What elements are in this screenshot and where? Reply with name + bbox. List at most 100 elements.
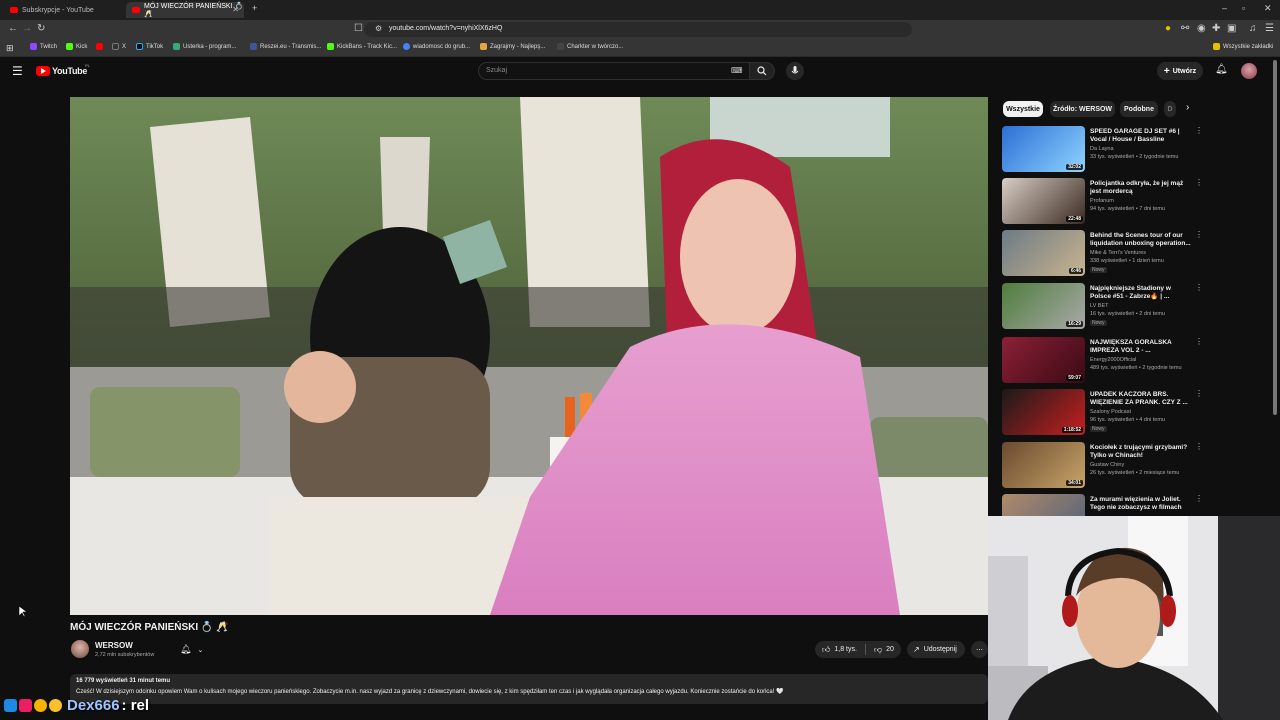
extension-icon[interactable]: ● bbox=[1165, 23, 1171, 34]
more-vertical-icon[interactable]: ⋮ bbox=[1195, 494, 1203, 503]
recommended-video[interactable]: 34:01 Kociołek z trującymi grzybami? Tylk… bbox=[1002, 442, 1203, 490]
like-button[interactable]: 👍︎ 1,8 tys. bbox=[815, 645, 857, 655]
recommended-video-title[interactable]: Najpiękniejsze Stadiony w Polsce #51 - Z… bbox=[1090, 285, 1192, 301]
extension-icon[interactable]: ⚯ bbox=[1181, 23, 1189, 34]
chip-similar[interactable]: Podobne bbox=[1120, 101, 1158, 117]
video-thumbnail[interactable]: 34:01 bbox=[1002, 442, 1085, 488]
description-box[interactable]: 16 779 wyświetleń 31 minut temu Cześć! W… bbox=[70, 674, 988, 704]
bookmark-charakter[interactable]: Charkter w twórczo... bbox=[557, 43, 623, 50]
back-icon[interactable]: ← bbox=[8, 23, 18, 34]
bookmark-tiktok[interactable]: TikTok bbox=[136, 43, 163, 50]
keyboard-icon[interactable]: ⌨ bbox=[731, 66, 743, 75]
recommended-video[interactable]: 32:02 SPEED GARAGE DJ SET #6 | Vocal / Ho… bbox=[1002, 126, 1203, 174]
bookmark-page-icon[interactable]: ☐ bbox=[354, 23, 363, 34]
video-thumbnail[interactable]: 22:48 bbox=[1002, 178, 1085, 224]
recommended-channel[interactable]: Energy2000Official bbox=[1090, 357, 1136, 363]
voice-search-button[interactable] bbox=[786, 62, 804, 80]
more-vertical-icon[interactable]: ⋮ bbox=[1195, 178, 1203, 187]
recommended-video-title[interactable]: Behind the Scenes tour of our liquidatio… bbox=[1090, 232, 1192, 248]
recommended-channel[interactable]: Gustaw Chiny bbox=[1090, 462, 1124, 468]
sidebar-icon[interactable]: ▣ bbox=[1227, 23, 1236, 34]
user-avatar[interactable] bbox=[1241, 63, 1257, 79]
recommended-channel[interactable]: Profanum bbox=[1090, 198, 1114, 204]
more-actions-button[interactable]: ⋯ bbox=[971, 641, 988, 658]
reload-icon[interactable]: ↻ bbox=[37, 23, 45, 34]
hamburger-menu-icon[interactable]: ☰ bbox=[12, 64, 23, 78]
more-vertical-icon[interactable]: ⋮ bbox=[1195, 442, 1203, 451]
recommended-channel[interactable]: Mike & Terri's Ventures bbox=[1090, 250, 1146, 256]
maximize-icon[interactable]: ▫ bbox=[1242, 3, 1245, 13]
recommended-video[interactable]: 1:18:52 UPADEK KACZORA BRS. WIĘZIENIE ZA … bbox=[1002, 389, 1203, 437]
extensions-puzzle-icon[interactable]: ✚ bbox=[1212, 23, 1220, 34]
bookmark-zagrajmy[interactable]: Zagrajmy - Najlepş... bbox=[480, 43, 545, 50]
tab-current-video[interactable]: MÓJ WIECZÓR PANIEŃSKI 💍 🥂 ✕ bbox=[126, 2, 244, 18]
recommended-channel[interactable]: LV BET bbox=[1090, 303, 1109, 309]
video-thumbnail[interactable]: 16:29 bbox=[1002, 283, 1085, 329]
recommended-video-title[interactable]: Kociołek z trującymi grzybami? Tylko w C… bbox=[1090, 444, 1192, 460]
search-button[interactable] bbox=[749, 62, 775, 80]
recommended-video-title[interactable]: Za murami więzienia w Joliet. Tego nie z… bbox=[1090, 496, 1192, 512]
more-vertical-icon[interactable]: ⋮ bbox=[1195, 337, 1203, 346]
apps-icon[interactable]: ⊞ bbox=[6, 43, 14, 54]
bookmark-reszei[interactable]: Reszei.eu - Transmis... bbox=[250, 43, 321, 50]
create-button[interactable]: + Utwórz bbox=[1157, 62, 1203, 80]
more-vertical-icon[interactable]: ⋮ bbox=[1195, 126, 1203, 135]
site-info-icon[interactable]: ⚙ bbox=[375, 24, 382, 33]
more-vertical-icon[interactable]: ⋮ bbox=[1195, 389, 1203, 398]
recommended-video-title[interactable]: UPADEK KACZORA BRS. WIĘZIENIE ZA PRANK. … bbox=[1090, 391, 1192, 407]
all-bookmarks[interactable]: Wszystkie zakładki bbox=[1213, 43, 1273, 50]
extension-icon[interactable]: ◉ bbox=[1197, 23, 1206, 34]
close-window-icon[interactable]: ✕ bbox=[1264, 3, 1272, 14]
dislike-button[interactable]: 👎︎ 20 bbox=[874, 645, 894, 655]
search-input[interactable]: Szukaj ⌨ bbox=[478, 62, 750, 80]
channel-name[interactable]: WERSOW bbox=[95, 641, 133, 650]
youtube-logo-text[interactable]: YouTube bbox=[52, 66, 87, 76]
recommended-video-title[interactable]: Policjantka odkryła, że jej mąż jest mor… bbox=[1090, 180, 1192, 196]
video-thumbnail[interactable]: 1:18:52 bbox=[1002, 389, 1085, 435]
close-tab-icon[interactable]: ✕ bbox=[232, 5, 239, 14]
video-duration: 59:07 bbox=[1066, 375, 1083, 381]
video-thumbnail[interactable]: 59:07 bbox=[1002, 337, 1085, 383]
bookmark-x[interactable]: X bbox=[112, 43, 126, 50]
chevron-right-icon[interactable]: › bbox=[1186, 102, 1189, 113]
forward-icon[interactable]: → bbox=[22, 23, 32, 34]
bookmark-youtube[interactable] bbox=[96, 43, 103, 50]
channel-avatar[interactable] bbox=[71, 640, 89, 658]
recommended-video[interactable]: 16:29 Najpiękniejsze Stadiony w Polsce #5… bbox=[1002, 283, 1203, 331]
recommended-video[interactable]: 6:46 Behind the Scenes tour of our liquid… bbox=[1002, 230, 1203, 278]
recommended-channel[interactable]: Szalony Podcast bbox=[1090, 409, 1131, 415]
more-vertical-icon[interactable]: ⋮ bbox=[1195, 230, 1203, 239]
page-scrollbar[interactable] bbox=[1273, 60, 1277, 415]
tab-subscriptions[interactable]: Subskrypcje - YouTube bbox=[4, 2, 124, 18]
recommended-meta: 33 tys. wyświetleń • 2 tygodnie temu bbox=[1090, 154, 1179, 160]
share-button[interactable]: ↗ Udostępnij bbox=[907, 641, 965, 658]
bookmark-usterka[interactable]: Usterka - program... bbox=[173, 43, 236, 50]
share-arrow-icon: ↗ bbox=[913, 645, 920, 654]
recommended-video-title[interactable]: SPEED GARAGE DJ SET #6 | Vocal / House /… bbox=[1090, 128, 1192, 144]
chip-source-wersow[interactable]: Źródło: WERSOW bbox=[1050, 101, 1115, 117]
recommended-channel[interactable]: Da Layna bbox=[1090, 146, 1114, 152]
bookmark-wiadomosc[interactable]: wiadomosc do grub... bbox=[403, 43, 470, 50]
chip-all[interactable]: Wszystkie bbox=[1003, 101, 1043, 117]
subscribed-button[interactable]: 🔔︎ ⌄ bbox=[175, 641, 211, 658]
video-thumbnail[interactable]: 6:46 bbox=[1002, 230, 1085, 276]
more-vertical-icon[interactable]: ⋮ bbox=[1195, 283, 1203, 292]
bookmark-twitch[interactable]: Twitch bbox=[30, 43, 57, 50]
recommended-video[interactable]: 59:07 NAJWIĘKSZA GÓRALSKA IMPREZA VOL 2 -… bbox=[1002, 337, 1203, 385]
recommended-video-title[interactable]: NAJWIĘKSZA GÓRALSKA IMPREZA VOL 2 - ... bbox=[1090, 339, 1192, 355]
youtube-logo-icon[interactable] bbox=[36, 66, 50, 76]
bookmark-kickbans[interactable]: KickBans - Track Kic... bbox=[327, 43, 397, 50]
video-thumbnail[interactable]: 32:02 bbox=[1002, 126, 1085, 172]
media-icon[interactable]: ♫ bbox=[1249, 23, 1257, 34]
notifications-bell-icon[interactable]: 🔔︎ bbox=[1215, 64, 1228, 75]
mouse-cursor-icon bbox=[19, 606, 27, 618]
video-duration: 6:46 bbox=[1068, 268, 1083, 274]
recommended-meta: 489 tys. wyświetleń • 2 tygodnie temu bbox=[1090, 365, 1182, 371]
chip-more[interactable]: D bbox=[1164, 101, 1176, 117]
bookmark-kick[interactable]: Kick bbox=[66, 43, 87, 50]
new-tab-icon[interactable]: + bbox=[252, 3, 257, 13]
menu-icon[interactable]: ☰ bbox=[1265, 23, 1274, 34]
video-player[interactable] bbox=[70, 97, 988, 615]
recommended-video[interactable]: 22:48 Policjantka odkryła, że jej mąż jes… bbox=[1002, 178, 1203, 226]
minimize-icon[interactable]: – bbox=[1222, 3, 1227, 13]
